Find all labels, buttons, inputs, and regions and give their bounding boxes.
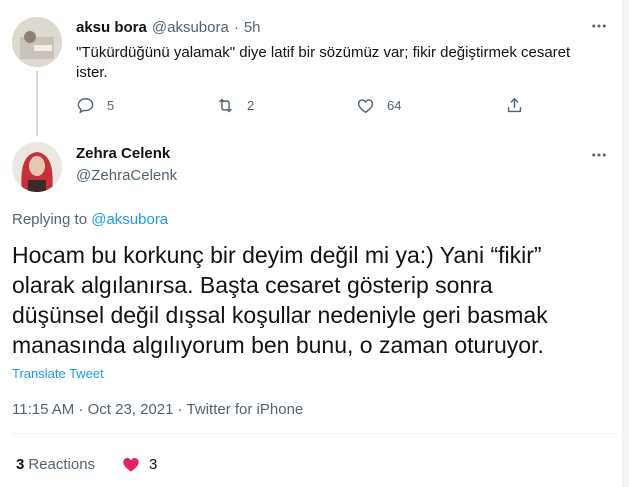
more-horizontal-icon[interactable]: [590, 17, 608, 39]
replying-to-handle-link[interactable]: @aksubora: [91, 211, 168, 228]
parent-avatar[interactable]: [12, 17, 62, 67]
like-action[interactable]: 64: [356, 96, 401, 115]
reply-action[interactable]: 5: [76, 96, 114, 115]
reactions-label: Reactions: [28, 456, 96, 473]
reply-text-line: manasında algılıyorum ben bunu, o zaman …: [12, 332, 544, 358]
tweet-timestamp[interactable]: 11:15 AM · Oct 23, 2021 · Twitter for iP…: [12, 401, 303, 418]
retweet-action[interactable]: 2: [216, 96, 254, 115]
parent-author-name[interactable]: aksu bora: [76, 19, 147, 36]
reply-author-handle-text: @ZehraCelenk: [76, 167, 178, 184]
reply-text-line: Hocam bu korkunç bir deyim değil mi ya:)…: [12, 242, 542, 268]
share-icon: [507, 97, 522, 113]
parent-text-line: "Tükürdüğünü yalamak" diye latif bir söz…: [76, 44, 571, 61]
translate-tweet-link[interactable]: Translate Tweet: [12, 366, 104, 381]
reply-count: 5: [107, 98, 115, 113]
heart-outline-icon: [357, 99, 374, 114]
reply-author-name-text: Zehra Celenk: [76, 145, 171, 162]
reactions-summary[interactable]: 3 Reactions: [16, 456, 95, 473]
parent-header: aksu bora @aksubora · 5h: [76, 19, 261, 36]
reply-avatar[interactable]: [12, 142, 62, 192]
like-count: 64: [387, 98, 402, 113]
parent-author-handle[interactable]: @aksubora: [152, 19, 229, 36]
thread-connector-line: [36, 71, 38, 136]
retweet-count: 2: [247, 98, 255, 113]
heart-reaction-count: 3: [149, 455, 158, 473]
parent-tweet-text: "Tükürdüğünü yalamak" diye latif bir söz…: [76, 43, 616, 83]
heart-filled-icon: [123, 458, 139, 472]
more-horizontal-icon[interactable]: [590, 146, 608, 168]
parent-time[interactable]: 5h: [244, 19, 261, 36]
reply-text-line: düşünsel değil dışsal koşullar nedeniyle…: [12, 302, 548, 328]
parent-text-line: ister.: [76, 64, 108, 81]
reply-icon: [77, 98, 94, 114]
window-edge: [622, 0, 629, 487]
heart-reaction[interactable]: 3: [121, 454, 157, 474]
reactions-count: 3: [16, 456, 25, 473]
share-action[interactable]: [505, 96, 536, 115]
replying-to-label: Replying to: [12, 211, 88, 228]
reply-text-line: olarak algılanırsa. Başta cesaret göster…: [12, 272, 493, 298]
divider: [12, 433, 617, 434]
header-separator: ·: [233, 19, 239, 36]
reply-author-handle[interactable]: @ZehraCelenk: [76, 167, 177, 185]
replying-to: Replying to @aksubora: [12, 211, 168, 228]
reply-tweet-text: Hocam bu korkunç bir deyim değil mi ya:)…: [12, 240, 617, 360]
retweet-icon: [219, 98, 232, 113]
reply-author-name[interactable]: Zehra Celenk: [76, 145, 170, 163]
